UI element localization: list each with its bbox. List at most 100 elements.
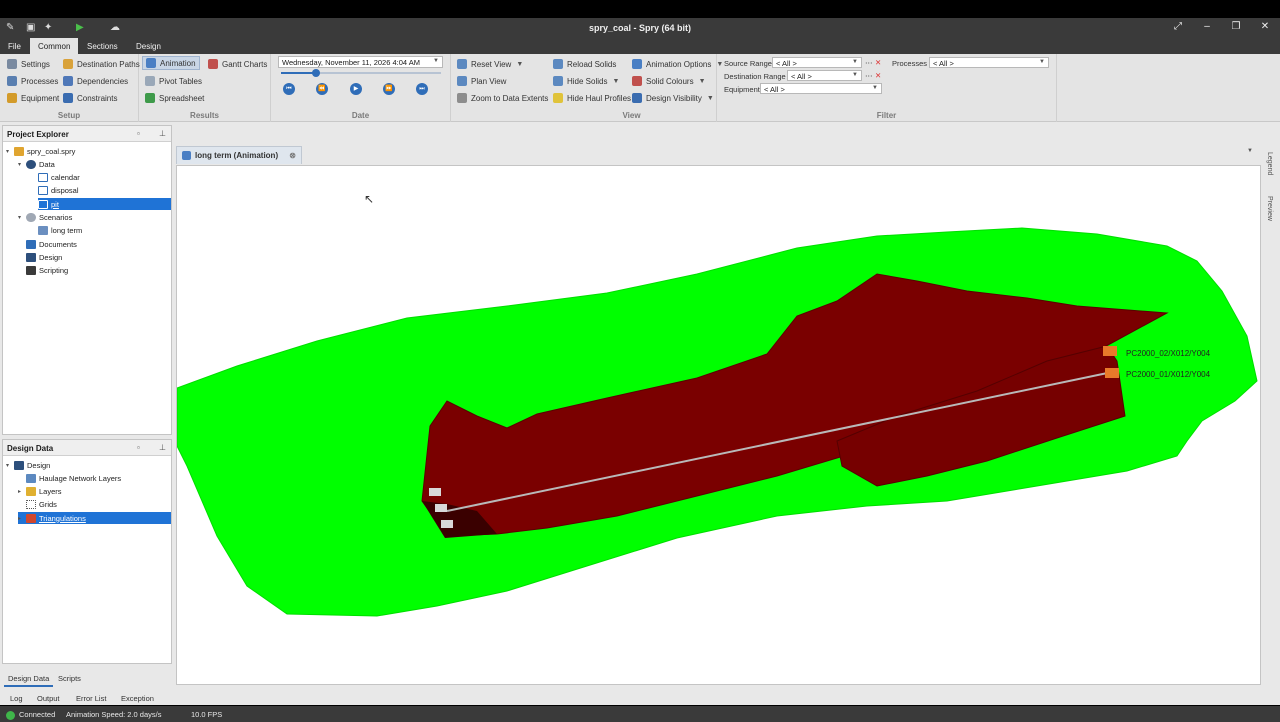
tab-output[interactable]: Output (37, 694, 60, 703)
solid-colours-button[interactable]: Solid Colours ▼ (629, 74, 709, 88)
expand-icon[interactable]: ⤢ (1170, 21, 1186, 32)
close-tab-icon[interactable]: ⊗ (289, 151, 296, 160)
tab-list-icon[interactable]: ▼ (1247, 148, 1253, 154)
destination-paths-button[interactable]: Destination Paths (60, 57, 143, 71)
skip-end-icon[interactable]: ⏭ (416, 83, 428, 95)
play-icon[interactable]: ▶ (350, 83, 362, 95)
close-button[interactable]: ✕ (1257, 21, 1273, 32)
float-icon[interactable]: ▫ (137, 129, 140, 138)
date-slider-thumb[interactable] (312, 69, 321, 77)
haul-profiles-icon (553, 93, 563, 103)
view-group-label: View (622, 111, 641, 120)
clear-icon[interactable]: ✕ (875, 71, 881, 80)
animation-options-button[interactable]: Animation Options ▼ (629, 57, 726, 71)
tab-preview[interactable]: Preview (1266, 196, 1273, 221)
equipment-value: < All > (764, 85, 785, 94)
minimize-button[interactable]: – (1199, 21, 1215, 32)
reload-solids-button[interactable]: Reload Solids (550, 57, 619, 71)
tree-node-layers[interactable]: ▸ Layers (18, 485, 62, 497)
tab-log[interactable]: Log (10, 694, 23, 703)
design-visibility-label: Design Visibility (646, 93, 702, 103)
chevron-down-icon: ▼ (852, 59, 858, 65)
mouse-cursor: ↖ (364, 192, 375, 206)
tree-node-project[interactable]: ▾ spry_coal.spry (6, 145, 75, 157)
float-icon[interactable]: ▫ (137, 443, 140, 452)
equipment-filter-label: Equipment (724, 85, 760, 94)
chevron-down-icon: ▾ (6, 462, 10, 469)
constraints-button[interactable]: Constraints (60, 91, 120, 105)
tree-node-triangulations[interactable]: ▸ Triangulations (18, 512, 171, 524)
visibility-icon (632, 93, 642, 103)
animation-button[interactable]: Animation (142, 56, 200, 70)
tab-design-data[interactable]: Design Data (4, 672, 54, 687)
spreadsheet-button[interactable]: Spreadsheet (142, 91, 207, 105)
chevron-down-icon: ▾ (6, 148, 10, 155)
tree-node-data[interactable]: ▾ Data (18, 158, 55, 170)
rewind-icon[interactable]: ⏪ (316, 83, 328, 95)
tree-node-scenarios[interactable]: ▾ Scenarios (18, 211, 72, 223)
connection-label: Connected (19, 710, 56, 719)
processes-button[interactable]: Processes (4, 74, 61, 88)
tree-node-calendar[interactable]: calendar (38, 171, 80, 183)
project-explorer-title: Project Explorer (7, 130, 69, 139)
chevron-down-icon: ▾ (18, 214, 22, 221)
tree-node-label: Design (27, 460, 51, 470)
design-data-title: Design Data (7, 444, 54, 453)
destination-paths-label: Destination Paths (77, 59, 140, 69)
tree-node-grids[interactable]: Grids (26, 498, 57, 510)
more-icon[interactable]: ⋯ (865, 71, 873, 80)
zoom-extents-button[interactable]: Zoom to Data Extents (454, 91, 551, 105)
date-value: Wednesday, November 11, 2026 4:04 AM (282, 58, 420, 67)
tab-legend[interactable]: Legend (1266, 152, 1273, 175)
document-tab[interactable]: long term (Animation) ⊗ (176, 146, 302, 164)
date-picker[interactable]: Wednesday, November 11, 2026 4:04 AM ▼ (278, 56, 443, 68)
hide-solids-button[interactable]: Hide Solids ▼ (550, 74, 622, 88)
more-icon[interactable]: ⋯ (865, 58, 873, 67)
connection-status: Connected (6, 710, 55, 720)
tree-node-design[interactable]: Design (26, 251, 62, 263)
pin-icon[interactable]: ⊥ (159, 129, 166, 138)
tree-node-disposal[interactable]: disposal (38, 184, 79, 196)
chevron-down-icon: ▼ (433, 58, 439, 64)
tab-scripts[interactable]: Scripts (54, 672, 85, 685)
design-visibility-button[interactable]: Design Visibility ▼ (629, 91, 717, 105)
fast-forward-icon[interactable]: ⏩ (383, 83, 395, 95)
plan-view-button[interactable]: Plan View (454, 74, 509, 88)
tab-file[interactable]: File (0, 38, 29, 54)
pin-icon[interactable]: ⊥ (159, 443, 166, 452)
tree-node-scripting[interactable]: Scripting (26, 264, 68, 276)
source-range-select[interactable]: < All > ▼ (772, 57, 862, 68)
3d-viewport[interactable]: PC2000_02/X012/Y004 PC2000_01/X012/Y004 … (176, 165, 1261, 685)
clear-icon[interactable]: ✕ (875, 58, 881, 67)
chevron-down-icon: ▼ (706, 94, 714, 102)
tab-common[interactable]: Common (30, 38, 79, 54)
tree-node-label: calendar (51, 172, 80, 182)
design-icon (26, 252, 36, 262)
date-group-label: Date (351, 111, 370, 120)
hide-haul-profiles-button[interactable]: Hide Haul Profiles (550, 91, 634, 105)
tree-node-long-term[interactable]: long term (38, 224, 82, 236)
equipment-select[interactable]: < All > ▼ (760, 83, 882, 94)
tree-node-documents[interactable]: Documents (26, 238, 77, 250)
skip-start-icon[interactable]: ⏮ (283, 83, 295, 95)
dependencies-button[interactable]: Dependencies (60, 74, 131, 88)
tree-node-haulage[interactable]: Haulage Network Layers (26, 472, 121, 484)
tab-design[interactable]: Design (128, 38, 169, 54)
chevron-down-icon: ▼ (1039, 59, 1045, 65)
reset-view-button[interactable]: Reset View ▼ (454, 57, 526, 71)
tab-sections[interactable]: Sections (79, 38, 126, 54)
restore-button[interactable]: ❐ (1228, 21, 1244, 32)
pivot-tables-button[interactable]: Pivot Tables (142, 74, 205, 88)
equipment-button[interactable]: Equipment (4, 91, 62, 105)
dependencies-label: Dependencies (77, 76, 129, 86)
tree-node-design-root[interactable]: ▾ Design (6, 459, 50, 471)
tree-node-pit[interactable]: pit (38, 198, 171, 210)
destination-range-select[interactable]: < All > ▼ (787, 70, 862, 81)
tab-exception[interactable]: Exception (121, 694, 154, 703)
tree-node-label: Grids (39, 499, 57, 509)
tree-node-label: Documents (39, 239, 77, 249)
gantt-charts-button[interactable]: Gantt Charts (205, 57, 270, 71)
processes-select[interactable]: < All > ▼ (929, 57, 1049, 68)
tab-error-list[interactable]: Error List (76, 694, 106, 703)
settings-button[interactable]: Settings (4, 57, 53, 71)
